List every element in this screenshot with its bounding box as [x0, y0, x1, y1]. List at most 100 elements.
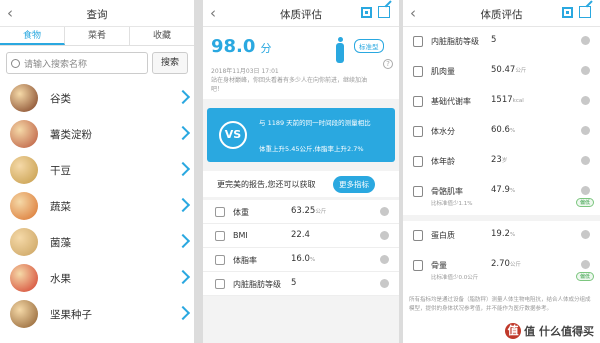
metric-icon [413, 260, 423, 271]
metric-icon [413, 96, 423, 107]
chevron-right-icon [178, 306, 188, 320]
metric-label: 骨骼肌率 [431, 187, 463, 196]
food-thumbnail [10, 228, 38, 256]
metric-icon [215, 279, 225, 289]
search-placeholder: 请输入搜索名称 [24, 59, 88, 70]
share-icon[interactable] [579, 6, 591, 18]
metric-icon [413, 186, 423, 197]
food-category-item[interactable]: 蔬菜 [0, 188, 194, 224]
expand-icon[interactable] [380, 207, 389, 216]
expand-icon[interactable] [380, 231, 389, 240]
chevron-right-icon [178, 162, 188, 176]
metric-label: 骨量 [431, 261, 447, 270]
page-title: 查询 [86, 9, 108, 21]
detail-metric-row[interactable]: 内脏脂肪等级 5 [403, 27, 600, 57]
detail-metric-list: 内脏脂肪等级 5 肌肉量 50.47公斤基础代谢率 1517kcal 体水分 60.6% 体年… [403, 27, 600, 289]
metric-label: 内脏脂肪等级 [233, 280, 281, 289]
body-type-badge: 标准型 [354, 39, 384, 53]
expand-icon[interactable] [380, 279, 389, 288]
food-category-item[interactable]: 谷类 [0, 80, 194, 116]
header: ‹ 体质评估 [203, 0, 399, 27]
share-icon[interactable] [378, 6, 390, 18]
tab-bar: 食物 菜肴 收藏 [0, 27, 194, 46]
metric-icon [413, 126, 423, 137]
metric-row[interactable]: 内脏脂肪等级 5 [203, 272, 399, 296]
food-category-item[interactable]: 菌藻 [0, 224, 194, 260]
metric-label: 基础代谢率 [431, 97, 471, 106]
watermark: 值 值 什么值得买 [505, 323, 594, 339]
tab-favorites[interactable]: 收藏 [130, 27, 194, 45]
expand-icon[interactable] [581, 260, 590, 269]
search-input[interactable]: 请输入搜索名称 [6, 52, 148, 74]
metric-value: 16.0% [291, 254, 316, 264]
chevron-right-icon [178, 90, 188, 104]
metric-value: 23岁 [491, 155, 508, 165]
detail-metric-row[interactable]: 基础代谢率 1517kcal [403, 87, 600, 117]
qr-code-icon[interactable] [562, 7, 573, 18]
metric-value: 22.4 [291, 230, 310, 240]
food-thumbnail [10, 84, 38, 112]
search-icon [11, 58, 20, 68]
metric-value: 5 [491, 35, 497, 45]
food-category-item[interactable]: 干豆 [0, 152, 194, 188]
metric-value: 5 [291, 278, 297, 288]
comparison-card[interactable]: VS 与 1189 天前的同一时间段的测量相比 体重上升5.45公斤,体脂率上升… [207, 108, 395, 162]
expand-icon[interactable] [581, 186, 590, 195]
detail-metric-row[interactable]: 体年龄 23岁 [403, 147, 600, 177]
food-thumbnail [10, 300, 38, 328]
qr-code-icon[interactable] [361, 7, 372, 18]
food-category-list: 谷类 薯类淀粉 干豆蔬菜菌藻 水果坚果种子 [0, 80, 194, 332]
chevron-right-icon [178, 126, 188, 140]
food-category-label: 蔬菜 [50, 200, 71, 213]
metric-icon [215, 231, 225, 241]
metric-label: 体脂率 [233, 256, 257, 265]
search-row: 请输入搜索名称 搜索 [0, 46, 194, 80]
measurement-date: 2018年11月03日 17:01 [211, 68, 279, 75]
assessment-detail-screen: ‹ 体质评估 内脏脂肪等级 5 肌肉量 50.47公斤 基础代谢率 1517kcal 体水分… [403, 0, 600, 343]
food-category-item[interactable]: 水果 [0, 260, 194, 296]
expand-icon[interactable] [581, 230, 590, 239]
detail-metric-row[interactable]: 肌肉量 50.47公斤 [403, 57, 600, 87]
detail-metric-row[interactable]: 骨骼肌率 47.9% 比标准值少1.1% 偏低 [403, 177, 600, 215]
metric-value: 60.6% [491, 125, 516, 135]
more-metrics-button[interactable]: 更多指标 [333, 176, 375, 193]
food-category-item[interactable]: 坚果种子 [0, 296, 194, 332]
metric-value: 1517kcal [491, 95, 524, 105]
chevron-right-icon [178, 234, 188, 248]
expand-icon[interactable] [581, 126, 590, 135]
food-thumbnail [10, 120, 38, 148]
metric-row[interactable]: 体重 63.25公斤 [203, 200, 399, 224]
status-badge: 偏低 [575, 272, 594, 281]
status-badge: 偏低 [575, 198, 594, 207]
help-icon[interactable]: ? [383, 59, 393, 69]
body-figure-icon [335, 37, 345, 65]
score-card: 98.0 分 2018年11月03日 17:01 站在身材巅峰，你回头看着有多少… [203, 27, 399, 99]
assessment-summary-screen: ‹ 体质评估 98.0 分 2018年11月03日 17:01 站在身材巅峰，你… [203, 0, 399, 343]
expand-icon[interactable] [581, 36, 590, 45]
expand-icon[interactable] [581, 156, 590, 165]
score-display: 98.0 分 [211, 36, 272, 57]
tab-food[interactable]: 食物 [0, 27, 65, 45]
header: ‹ 查询 [0, 0, 194, 27]
food-category-label: 坚果种子 [50, 308, 92, 321]
disclaimer-text: 所有指标均是通过设备（脂肪秤）测量人体生物电阻抗，结合人体成分组成模型，提供的身… [409, 297, 591, 312]
food-category-item[interactable]: 薯类淀粉 [0, 116, 194, 152]
metric-value: 2.70公斤 [491, 259, 521, 269]
score-value: 98.0 [211, 36, 256, 57]
metric-row[interactable]: 体脂率 16.0% [203, 248, 399, 272]
detail-metric-row[interactable]: 骨量 2.70公斤 比标准值少0.0公斤 偏低 [403, 251, 600, 289]
detail-metric-row[interactable]: 蛋白质 19.2% [403, 221, 600, 251]
chevron-right-icon [178, 198, 188, 212]
metric-icon [413, 230, 423, 241]
detail-metric-row[interactable]: 体水分 60.6% [403, 117, 600, 147]
metric-value: 47.9% [491, 185, 516, 195]
search-button[interactable]: 搜索 [152, 52, 188, 74]
food-query-screen: ‹ 查询 食物 菜肴 收藏 请输入搜索名称 搜索 谷类 薯类淀粉 干豆蔬菜菌藻 水果坚… [0, 0, 194, 343]
expand-icon[interactable] [581, 96, 590, 105]
comparison-text: 与 1189 天前的同一时间段的测量相比 [259, 119, 371, 127]
expand-icon[interactable] [581, 66, 590, 75]
tab-dishes[interactable]: 菜肴 [65, 27, 130, 45]
metric-label: 内脏脂肪等级 [431, 37, 479, 46]
metric-row[interactable]: BMI 22.4 [203, 224, 399, 248]
expand-icon[interactable] [380, 255, 389, 264]
